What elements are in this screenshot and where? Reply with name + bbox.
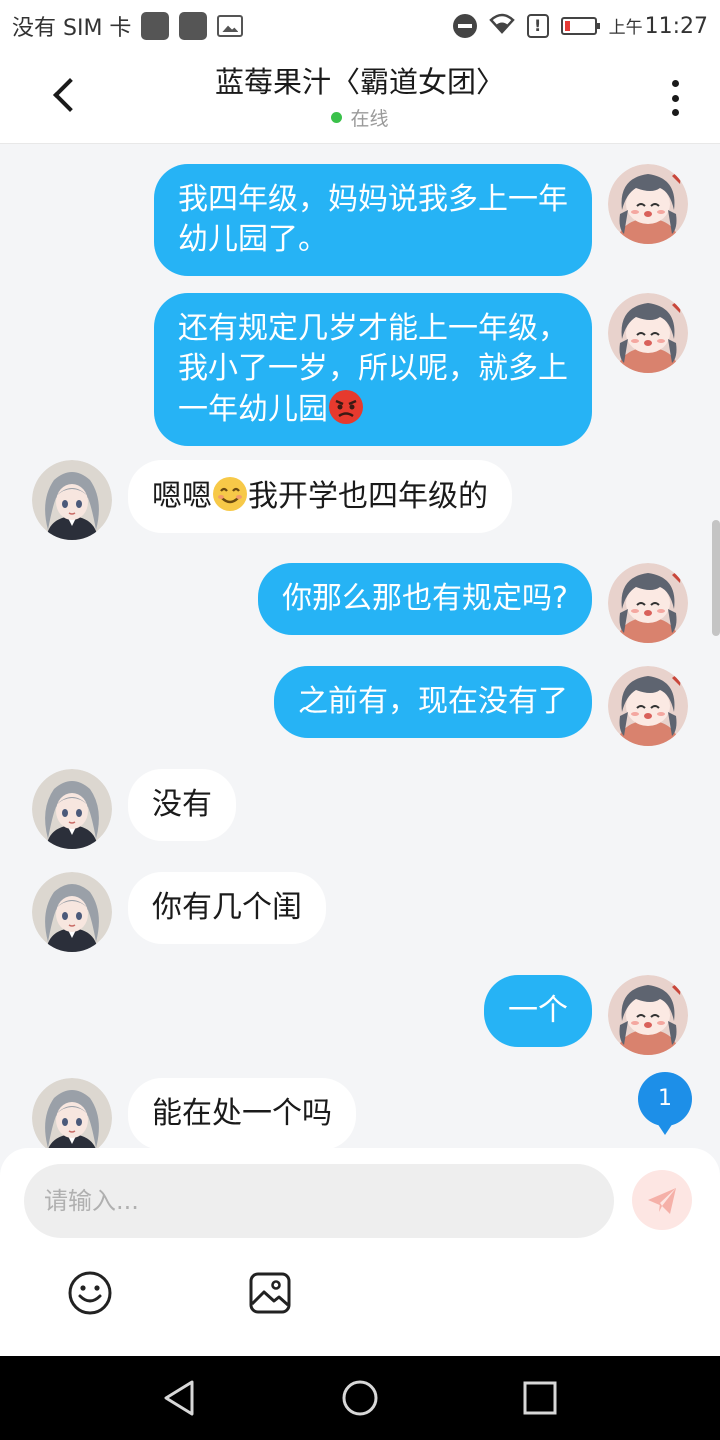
angry-face-icon (328, 389, 364, 425)
my-avatar[interactable] (608, 293, 688, 373)
contact-avatar[interactable] (32, 769, 112, 849)
message-bubble[interactable]: 一个 (484, 975, 592, 1047)
message-bubble[interactable]: 你那么那也有规定吗? (258, 563, 592, 635)
nav-back-button[interactable] (158, 1376, 202, 1420)
my-avatar[interactable] (608, 164, 688, 244)
status-bar: 没有 SIM 卡 ! 上午 11:27 (0, 0, 720, 52)
message-input-container (24, 1164, 614, 1238)
chat-header: 蓝莓果汁〈霸道女团〉 在线 (0, 52, 720, 144)
message-list[interactable]: 我四年级，妈妈说我多上一年 幼儿园了。 还有规定几岁才能上一年级， 我小了一岁，… (0, 144, 720, 1148)
back-triangle-icon (164, 1380, 194, 1416)
message-bubble[interactable]: 嗯嗯 我开学也四年级的 (128, 460, 512, 533)
carrier-text: 没有 SIM 卡 (12, 16, 132, 41)
scrollbar-thumb[interactable] (712, 520, 720, 636)
message-bubble[interactable]: 我四年级，妈妈说我多上一年 幼儿园了。 (154, 164, 592, 276)
message-bubble[interactable]: 之前有，现在没有了 (274, 666, 592, 738)
smiling-face-icon (212, 476, 248, 512)
my-avatar[interactable] (608, 975, 688, 1055)
more-options-button[interactable] (660, 76, 690, 120)
wifi-icon (488, 12, 515, 40)
send-button[interactable] (632, 1170, 692, 1230)
notification-icon (141, 12, 170, 40)
my-avatar[interactable] (608, 666, 688, 746)
message-bubble[interactable]: 还有规定几岁才能上一年级， 我小了一岁，所以呢，就多上 一年幼儿园 (154, 293, 592, 446)
my-avatar[interactable] (608, 563, 688, 643)
message-text: 还有规定几岁才能上一年级， 我小了一岁，所以呢，就多上 一年幼儿园 (178, 311, 568, 427)
system-navigation-bar (0, 1356, 720, 1440)
message-text: 我开学也四年级的 (248, 479, 488, 514)
chat-title: 蓝莓果汁〈霸道女团〉 (214, 65, 505, 99)
image-icon (249, 1272, 291, 1314)
unread-count-badge[interactable]: 1 (638, 1072, 692, 1135)
presence-status: 在线 (331, 104, 389, 131)
message-composer (0, 1148, 720, 1356)
message-text: 嗯嗯 (152, 479, 212, 514)
notification-icon (179, 12, 208, 40)
chat-title-block: 蓝莓果汁〈霸道女团〉 在线 (140, 62, 580, 131)
emoji-icon (68, 1271, 112, 1315)
alert-icon: ! (526, 14, 549, 38)
home-circle-icon (342, 1380, 378, 1416)
message-bubble[interactable]: 没有 (128, 769, 236, 841)
nav-recents-button[interactable] (518, 1376, 562, 1420)
message-bubble[interactable]: 你有几个闺 (128, 872, 326, 944)
more-vertical-icon (671, 80, 679, 87)
recents-square-icon (523, 1381, 557, 1415)
do-not-disturb-icon (452, 14, 477, 38)
online-dot-icon (331, 112, 343, 123)
nav-home-button[interactable] (338, 1376, 382, 1420)
gallery-notification-icon (217, 15, 244, 37)
contact-avatar[interactable] (32, 460, 112, 540)
paper-plane-icon (648, 1188, 676, 1214)
contact-avatar[interactable] (32, 872, 112, 952)
image-button[interactable] (245, 1268, 295, 1318)
message-input[interactable] (24, 1164, 614, 1238)
presence-label: 在线 (350, 108, 389, 130)
contact-avatar[interactable] (32, 1078, 112, 1148)
back-button[interactable] (40, 70, 90, 120)
battery-icon (560, 17, 600, 35)
message-bubble[interactable]: 能在处一个吗 (128, 1078, 356, 1148)
clock: 上午 11:27 (608, 14, 708, 39)
emoji-button[interactable] (65, 1268, 115, 1318)
